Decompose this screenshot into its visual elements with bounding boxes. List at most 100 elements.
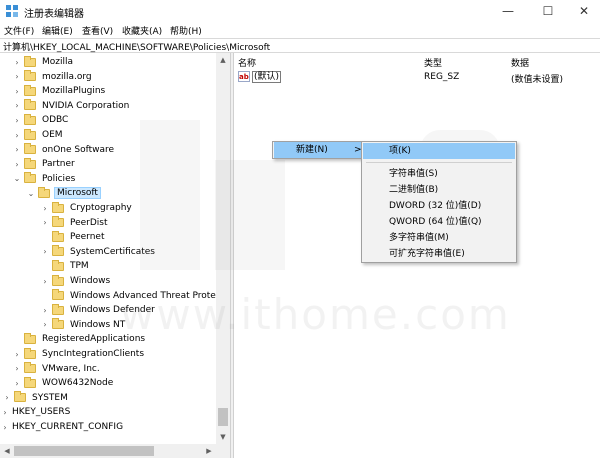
tree-item[interactable]: ⌄ Policies [12,172,77,186]
chevron-right-icon[interactable]: › [12,72,22,81]
tree-item[interactable]: › Windows [40,274,112,288]
context-menu: 新建(N) > [272,141,362,159]
window-title: 注册表编辑器 [24,9,84,20]
chevron-right-icon[interactable]: › [40,306,50,315]
chevron-right-icon[interactable]: › [0,408,10,417]
submenu-item[interactable]: 二进制值(B) [363,182,515,198]
scroll-right-icon[interactable]: ▶ [202,444,216,458]
tree-item[interactable]: › onOne Software [12,143,116,157]
close-button[interactable]: ✕ [566,0,600,22]
tree-item[interactable]: Peernet [40,230,107,244]
menu-bar: 文件(F) 编辑(E) 查看(V) 收藏夹(A) 帮助(H) [0,22,600,38]
tree-item[interactable]: › MozillaPlugins [12,84,107,98]
tree-item[interactable]: › SyncIntegrationClients [12,347,146,361]
value-row[interactable]: ab (默认) REG_SZ (数值未设置) [235,70,600,85]
tree-item-label: OEM [42,130,63,140]
scroll-left-icon[interactable]: ◀ [0,444,14,458]
menu-edit[interactable]: 编辑(E) [42,24,73,37]
chevron-right-icon[interactable]: › [12,131,22,140]
tree-item[interactable]: › SYSTEM [2,391,70,405]
tree-item[interactable]: › WOW6432Node [12,376,115,390]
submenu-item[interactable]: 可扩充字符串值(E) [363,246,515,262]
maximize-button[interactable]: ☐ [530,0,566,22]
tree-item[interactable]: ⌄ Microsoft [26,186,101,200]
tree-item-label: Mozilla [42,57,74,67]
folder-icon [24,157,36,169]
folder-icon [24,362,36,374]
minimize-button[interactable]: — [490,0,526,22]
chevron-right-icon[interactable]: › [2,393,12,402]
chevron-right-icon[interactable]: › [12,101,22,110]
menu-file[interactable]: 文件(F) [4,24,34,37]
tree-item[interactable]: TPM [40,259,91,273]
tree-item-label: Microsoft [54,187,101,200]
menu-help[interactable]: 帮助(H) [170,24,202,37]
chevron-right-icon[interactable]: › [40,320,50,329]
watermark-logo [140,120,200,270]
tree-item-label: Windows NT [70,319,126,330]
scroll-up-icon[interactable]: ▲ [216,53,230,67]
tree-item-label: PeerDist [70,217,108,228]
folder-icon [52,245,64,257]
submenu-item[interactable]: DWORD (32 位)值(D) [363,198,515,214]
chevron-right-icon[interactable]: › [40,204,50,213]
menu-item-new-label: 新建(N) [296,145,328,155]
tree-horizontal-scrollbar[interactable]: ◀ ▶ [0,444,230,458]
submenu-item[interactable]: 多字符串值(M) [363,230,515,246]
tree-item[interactable]: › Mozilla [12,55,75,69]
address-path[interactable]: 计算机\HKEY_LOCAL_MACHINE\SOFTWARE\Policies… [3,40,270,53]
chevron-right-icon[interactable]: › [12,145,22,154]
folder-icon [52,230,64,242]
tree-item[interactable]: › Windows NT [40,318,127,332]
folder-icon [24,143,36,155]
tree-item[interactable]: › NVIDIA Corporation [12,99,131,113]
folder-icon [24,347,36,359]
submenu-item[interactable]: 字符串值(S) [363,166,515,182]
chevron-right-icon[interactable]: › [12,58,22,67]
scroll-down-icon[interactable]: ▼ [216,430,230,444]
chevron-down-icon[interactable]: ⌄ [26,189,36,198]
tree-item-label: onOne Software [42,144,115,155]
submenu-item[interactable]: 项(K) [363,143,515,159]
tree-item-label: NVIDIA Corporation [42,100,130,111]
tree-item[interactable]: › Partner [12,157,77,171]
menu-item-new[interactable]: 新建(N) > [274,142,362,158]
address-bar[interactable]: 计算机\HKEY_LOCAL_MACHINE\SOFTWARE\Policies… [0,38,600,53]
tree-item[interactable]: › OEM [12,128,65,142]
chevron-right-icon[interactable]: › [12,87,22,96]
chevron-right-icon[interactable]: › [12,350,22,359]
menu-view[interactable]: 查看(V) [82,24,113,37]
folder-icon [52,201,64,213]
scroll-thumb-horizontal[interactable] [14,446,154,456]
chevron-right-icon[interactable]: › [40,247,50,256]
tree-item[interactable]: › Cryptography [40,201,134,215]
tree-item[interactable]: › ODBC [12,113,70,127]
folder-icon [52,274,64,286]
chevron-right-icon[interactable]: › [40,218,50,227]
chevron-right-icon[interactable]: › [12,379,22,388]
tree-item-label: Cryptography [70,203,132,213]
chevron-down-icon[interactable]: ⌄ [12,174,22,183]
chevron-right-icon[interactable]: › [0,423,10,432]
scroll-thumb[interactable] [218,408,228,426]
menu-favorites[interactable]: 收藏夹(A) [122,24,162,37]
chevron-right-icon[interactable]: › [12,116,22,125]
tree-item[interactable]: › mozilla.org [12,70,94,84]
tree-item-label: HKEY_USERS [12,407,71,418]
column-header-type[interactable]: 类型 [424,56,442,69]
tree-item[interactable]: › VMware, Inc. [12,362,102,376]
tree-item-label: mozilla.org [42,71,92,82]
column-header-name[interactable]: 名称 [238,56,256,69]
submenu-item[interactable]: QWORD (64 位)值(Q) [363,214,515,230]
folder-icon [24,128,36,140]
tree-item[interactable]: › HKEY_USERS [0,405,72,419]
tree-item[interactable]: › PeerDist [40,216,110,230]
column-header-data[interactable]: 数据 [511,56,529,69]
chevron-right-icon[interactable]: › [12,364,22,373]
tree-item[interactable]: › HKEY_CURRENT_CONFIG [0,420,125,434]
folder-icon [52,318,64,330]
value-name[interactable]: (默认) [252,71,282,83]
tree-item-label: TPM [70,261,89,272]
chevron-right-icon[interactable]: › [40,277,50,286]
chevron-right-icon[interactable]: › [12,160,22,169]
